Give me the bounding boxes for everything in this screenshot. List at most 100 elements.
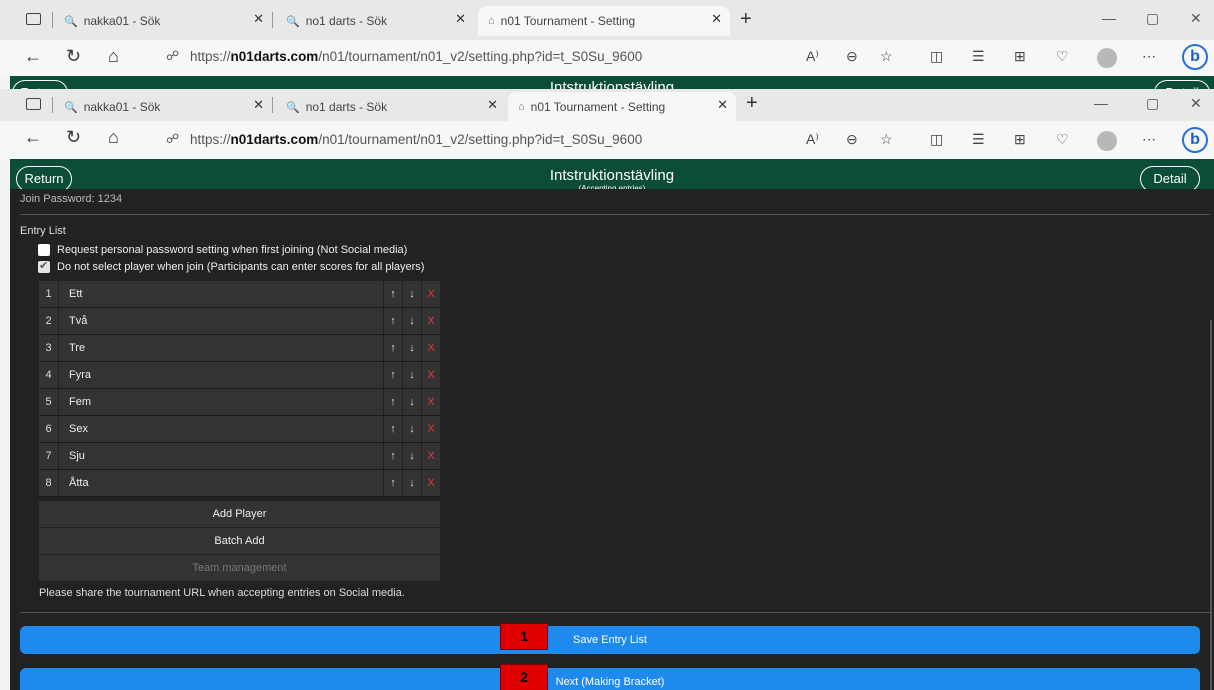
read-aloud-icon[interactable]: A⁾ — [806, 48, 819, 65]
search-icon: 🔍 — [64, 15, 78, 28]
move-up-icon[interactable]: ↑ — [383, 335, 402, 361]
home-icon[interactable]: ⌂ — [108, 46, 119, 67]
move-up-icon[interactable]: ↑ — [383, 362, 402, 388]
avatar[interactable] — [1097, 48, 1117, 68]
back-tab-2[interactable]: 🔍 no1 darts - Sök ✕ — [286, 6, 466, 36]
collections-icon[interactable]: ⊞ — [1014, 131, 1026, 148]
entry-name[interactable]: Sex — [59, 416, 383, 442]
option-no-select-row[interactable]: Do not select player when join (Particip… — [38, 259, 424, 273]
close-icon[interactable]: ✕ — [253, 97, 264, 113]
delete-icon[interactable]: X — [421, 416, 440, 442]
split-screen-icon[interactable]: ◫ — [930, 131, 943, 148]
tab-actions-icon[interactable] — [26, 13, 41, 25]
entry-name[interactable]: Tre — [59, 335, 383, 361]
move-down-icon[interactable]: ↓ — [402, 389, 421, 415]
restore-icon[interactable]: ▢ — [1146, 10, 1159, 27]
favorites-list-icon[interactable]: ☰ — [972, 48, 985, 65]
scrollbar[interactable] — [1210, 320, 1212, 690]
read-aloud-icon[interactable]: A⁾ — [806, 131, 819, 148]
next-making-bracket-button[interactable]: Next (Making Bracket) — [20, 668, 1200, 690]
move-up-icon[interactable]: ↑ — [383, 443, 402, 469]
move-down-icon[interactable]: ↓ — [402, 362, 421, 388]
divider — [20, 612, 1210, 613]
more-icon[interactable]: ⋯ — [1142, 131, 1156, 148]
bing-icon[interactable]: b — [1182, 44, 1208, 70]
move-down-icon[interactable]: ↓ — [402, 335, 421, 361]
refresh-icon[interactable]: ↻ — [66, 127, 81, 148]
move-down-icon[interactable]: ↓ — [402, 281, 421, 307]
url-text[interactable]: https://n01darts.com/n01/tournament/n01_… — [190, 132, 642, 147]
entry-name[interactable]: Fyra — [59, 362, 383, 388]
delete-icon[interactable]: X — [421, 443, 440, 469]
split-screen-icon[interactable]: ◫ — [930, 48, 943, 65]
tab-n01-tournament[interactable]: ⌂ n01 Tournament - Setting ✕ — [508, 92, 736, 121]
divider — [20, 214, 1210, 215]
bing-icon[interactable]: b — [1182, 127, 1208, 153]
home-icon[interactable]: ⌂ — [108, 127, 119, 148]
option-password-row[interactable]: Request personal password setting when f… — [38, 244, 407, 256]
zoom-icon[interactable]: ⊖ — [846, 131, 858, 148]
zoom-icon[interactable]: ⊖ — [846, 48, 858, 65]
url-text[interactable]: https://n01darts.com/n01/tournament/n01_… — [190, 49, 642, 64]
move-up-icon[interactable]: ↑ — [383, 470, 402, 496]
tab-nakka01[interactable]: 🔍 nakka01 - Sök ✕ — [64, 92, 264, 122]
collections-icon[interactable]: ⊞ — [1014, 48, 1026, 65]
new-tab-icon[interactable]: + — [746, 92, 758, 115]
save-entry-list-button[interactable]: Save Entry List — [20, 626, 1200, 654]
entry-name[interactable]: Ett — [59, 281, 383, 307]
delete-icon[interactable]: X — [421, 389, 440, 415]
delete-icon[interactable]: X — [421, 362, 440, 388]
favorites-list-icon[interactable]: ☰ — [972, 131, 985, 148]
move-down-icon[interactable]: ↓ — [402, 308, 421, 334]
delete-icon[interactable]: X — [421, 470, 440, 496]
close-icon[interactable]: ✕ — [717, 97, 728, 113]
entry-name[interactable]: Sju — [59, 443, 383, 469]
close-icon[interactable]: ✕ — [487, 97, 498, 113]
move-up-icon[interactable]: ↑ — [383, 389, 402, 415]
move-up-icon[interactable]: ↑ — [383, 281, 402, 307]
team-management-button[interactable]: Team management — [39, 555, 440, 582]
move-down-icon[interactable]: ↓ — [402, 443, 421, 469]
health-icon[interactable]: ♡ — [1056, 48, 1069, 65]
delete-icon[interactable]: X — [421, 308, 440, 334]
health-icon[interactable]: ♡ — [1056, 131, 1069, 148]
favorite-icon[interactable]: ☆ — [880, 48, 893, 65]
back-address-bar: ← ↻ ⌂ ☍ https://n01darts.com/n01/tournam… — [0, 40, 1214, 76]
close-icon[interactable]: ✕ — [711, 11, 722, 27]
minimize-icon[interactable]: — — [1094, 95, 1108, 111]
tab-actions-icon[interactable] — [26, 98, 41, 110]
page-info-icon[interactable]: ☍ — [166, 48, 179, 64]
delete-icon[interactable]: X — [421, 335, 440, 361]
entry-number: 8 — [39, 470, 59, 496]
page-info-icon[interactable]: ☍ — [166, 131, 179, 147]
more-icon[interactable]: ⋯ — [1142, 48, 1156, 65]
restore-icon[interactable]: ▢ — [1146, 95, 1159, 112]
close-icon[interactable]: ✕ — [253, 11, 264, 27]
move-down-icon[interactable]: ↓ — [402, 470, 421, 496]
back-arrow-icon[interactable]: ← — [24, 46, 42, 67]
entry-name[interactable]: Åtta — [59, 470, 383, 496]
tab-label: no1 darts - Sök — [305, 14, 388, 28]
move-up-icon[interactable]: ↑ — [383, 416, 402, 442]
new-tab-icon[interactable]: + — [740, 8, 752, 31]
back-tab-1[interactable]: 🔍 nakka01 - Sök ✕ — [64, 6, 264, 36]
close-window-icon[interactable]: ✕ — [1190, 95, 1202, 112]
add-player-button[interactable]: Add Player — [39, 501, 440, 528]
back-arrow-icon[interactable]: ← — [24, 127, 42, 148]
entry-name[interactable]: Två — [59, 308, 383, 334]
entry-name[interactable]: Fem — [59, 389, 383, 415]
back-tab-3[interactable]: ⌂ n01 Tournament - Setting ✕ — [478, 6, 730, 36]
close-icon[interactable]: ✕ — [455, 11, 466, 27]
move-up-icon[interactable]: ↑ — [383, 308, 402, 334]
tab-no1-darts[interactable]: 🔍 no1 darts - Sök ✕ — [286, 92, 498, 122]
close-window-icon[interactable]: ✕ — [1190, 10, 1202, 27]
minimize-icon[interactable]: — — [1102, 10, 1116, 26]
avatar[interactable] — [1097, 131, 1117, 151]
move-down-icon[interactable]: ↓ — [402, 416, 421, 442]
no-select-checkbox[interactable] — [38, 259, 50, 273]
favorite-icon[interactable]: ☆ — [880, 131, 893, 148]
batch-add-button[interactable]: Batch Add — [39, 528, 440, 555]
refresh-icon[interactable]: ↻ — [66, 46, 81, 67]
delete-icon[interactable]: X — [421, 281, 440, 307]
password-checkbox[interactable] — [38, 244, 50, 256]
